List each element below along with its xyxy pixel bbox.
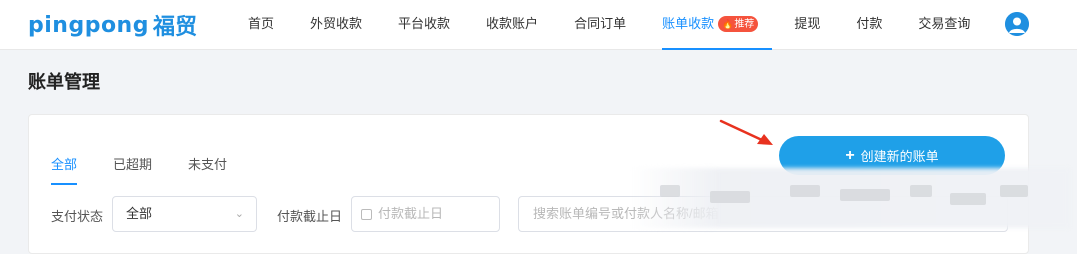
recommend-badge: 🔥推荐 [718,16,759,32]
nav-item-label: 首页 [248,16,275,31]
nav-item-bill-collection[interactable]: 账单收款 🔥推荐 [644,0,776,50]
nav-item-collection-account[interactable]: 收款账户 [468,0,556,50]
nav-item-label: 交易查询 [918,16,971,31]
nav-item-label: 合同订单 [574,16,627,31]
page-title: 账单管理 [28,72,100,92]
calendar-icon [361,208,372,220]
nav-item-home[interactable]: 首页 [230,0,292,50]
user-avatar-icon[interactable] [1005,12,1029,36]
nav-item-label: 提现 [794,16,821,31]
nav-item-contract-orders[interactable]: 合同订单 [556,0,644,50]
nav-item-label: 账单收款 [662,16,715,31]
due-date-placeholder: 付款截止日 [378,206,444,221]
nav-item-trade-collection[interactable]: 外贸收款 [292,0,380,50]
brand-name: pingpong [28,12,149,38]
due-date-label: 付款截止日 [277,209,343,224]
payment-status-label: 支付状态 [51,209,104,224]
fire-icon: 🔥 [722,19,734,29]
tab-all[interactable]: 全部 [51,155,78,185]
nav-item-transaction-query[interactable]: 交易查询 [900,0,988,50]
nav-item-payment[interactable]: 付款 [838,0,900,50]
badge-label: 推荐 [734,19,755,30]
brand-name-cn: 福贸 [152,15,197,40]
tab-overdue[interactable]: 已超期 [113,155,152,185]
due-date-picker[interactable]: 付款截止日 [351,196,500,232]
nav-item-platform-collection[interactable]: 平台收款 [380,0,468,50]
nav-item-label: 收款账户 [486,16,539,31]
main-nav: 首页 外贸收款 平台收款 收款账户 合同订单 账单收款 🔥推荐 提现 付款 交易查… [230,0,988,50]
chevron-down-icon: ⌄ [234,208,244,220]
top-navigation-bar: pingpong 福贸 首页 外贸收款 平台收款 收款账户 合同订单 账单收款 🔥… [0,0,1077,50]
nav-item-label: 外贸收款 [310,16,363,31]
payment-status-value: 全部 [126,206,153,221]
payment-status-select[interactable]: 全部 ⌄ [112,196,257,232]
blurred-content [650,185,1060,215]
status-tabs: 全部 已超期 未支付 [51,155,263,185]
brand-logo[interactable]: pingpong 福贸 [28,10,197,41]
plus-icon: + [845,146,855,164]
create-bill-label: 创建新的账单 [860,149,939,164]
tab-unpaid[interactable]: 未支付 [188,155,227,185]
nav-item-withdraw[interactable]: 提现 [776,0,838,50]
nav-item-label: 付款 [856,16,883,31]
nav-item-label: 平台收款 [398,16,451,31]
red-arrow-annotation [719,119,773,145]
